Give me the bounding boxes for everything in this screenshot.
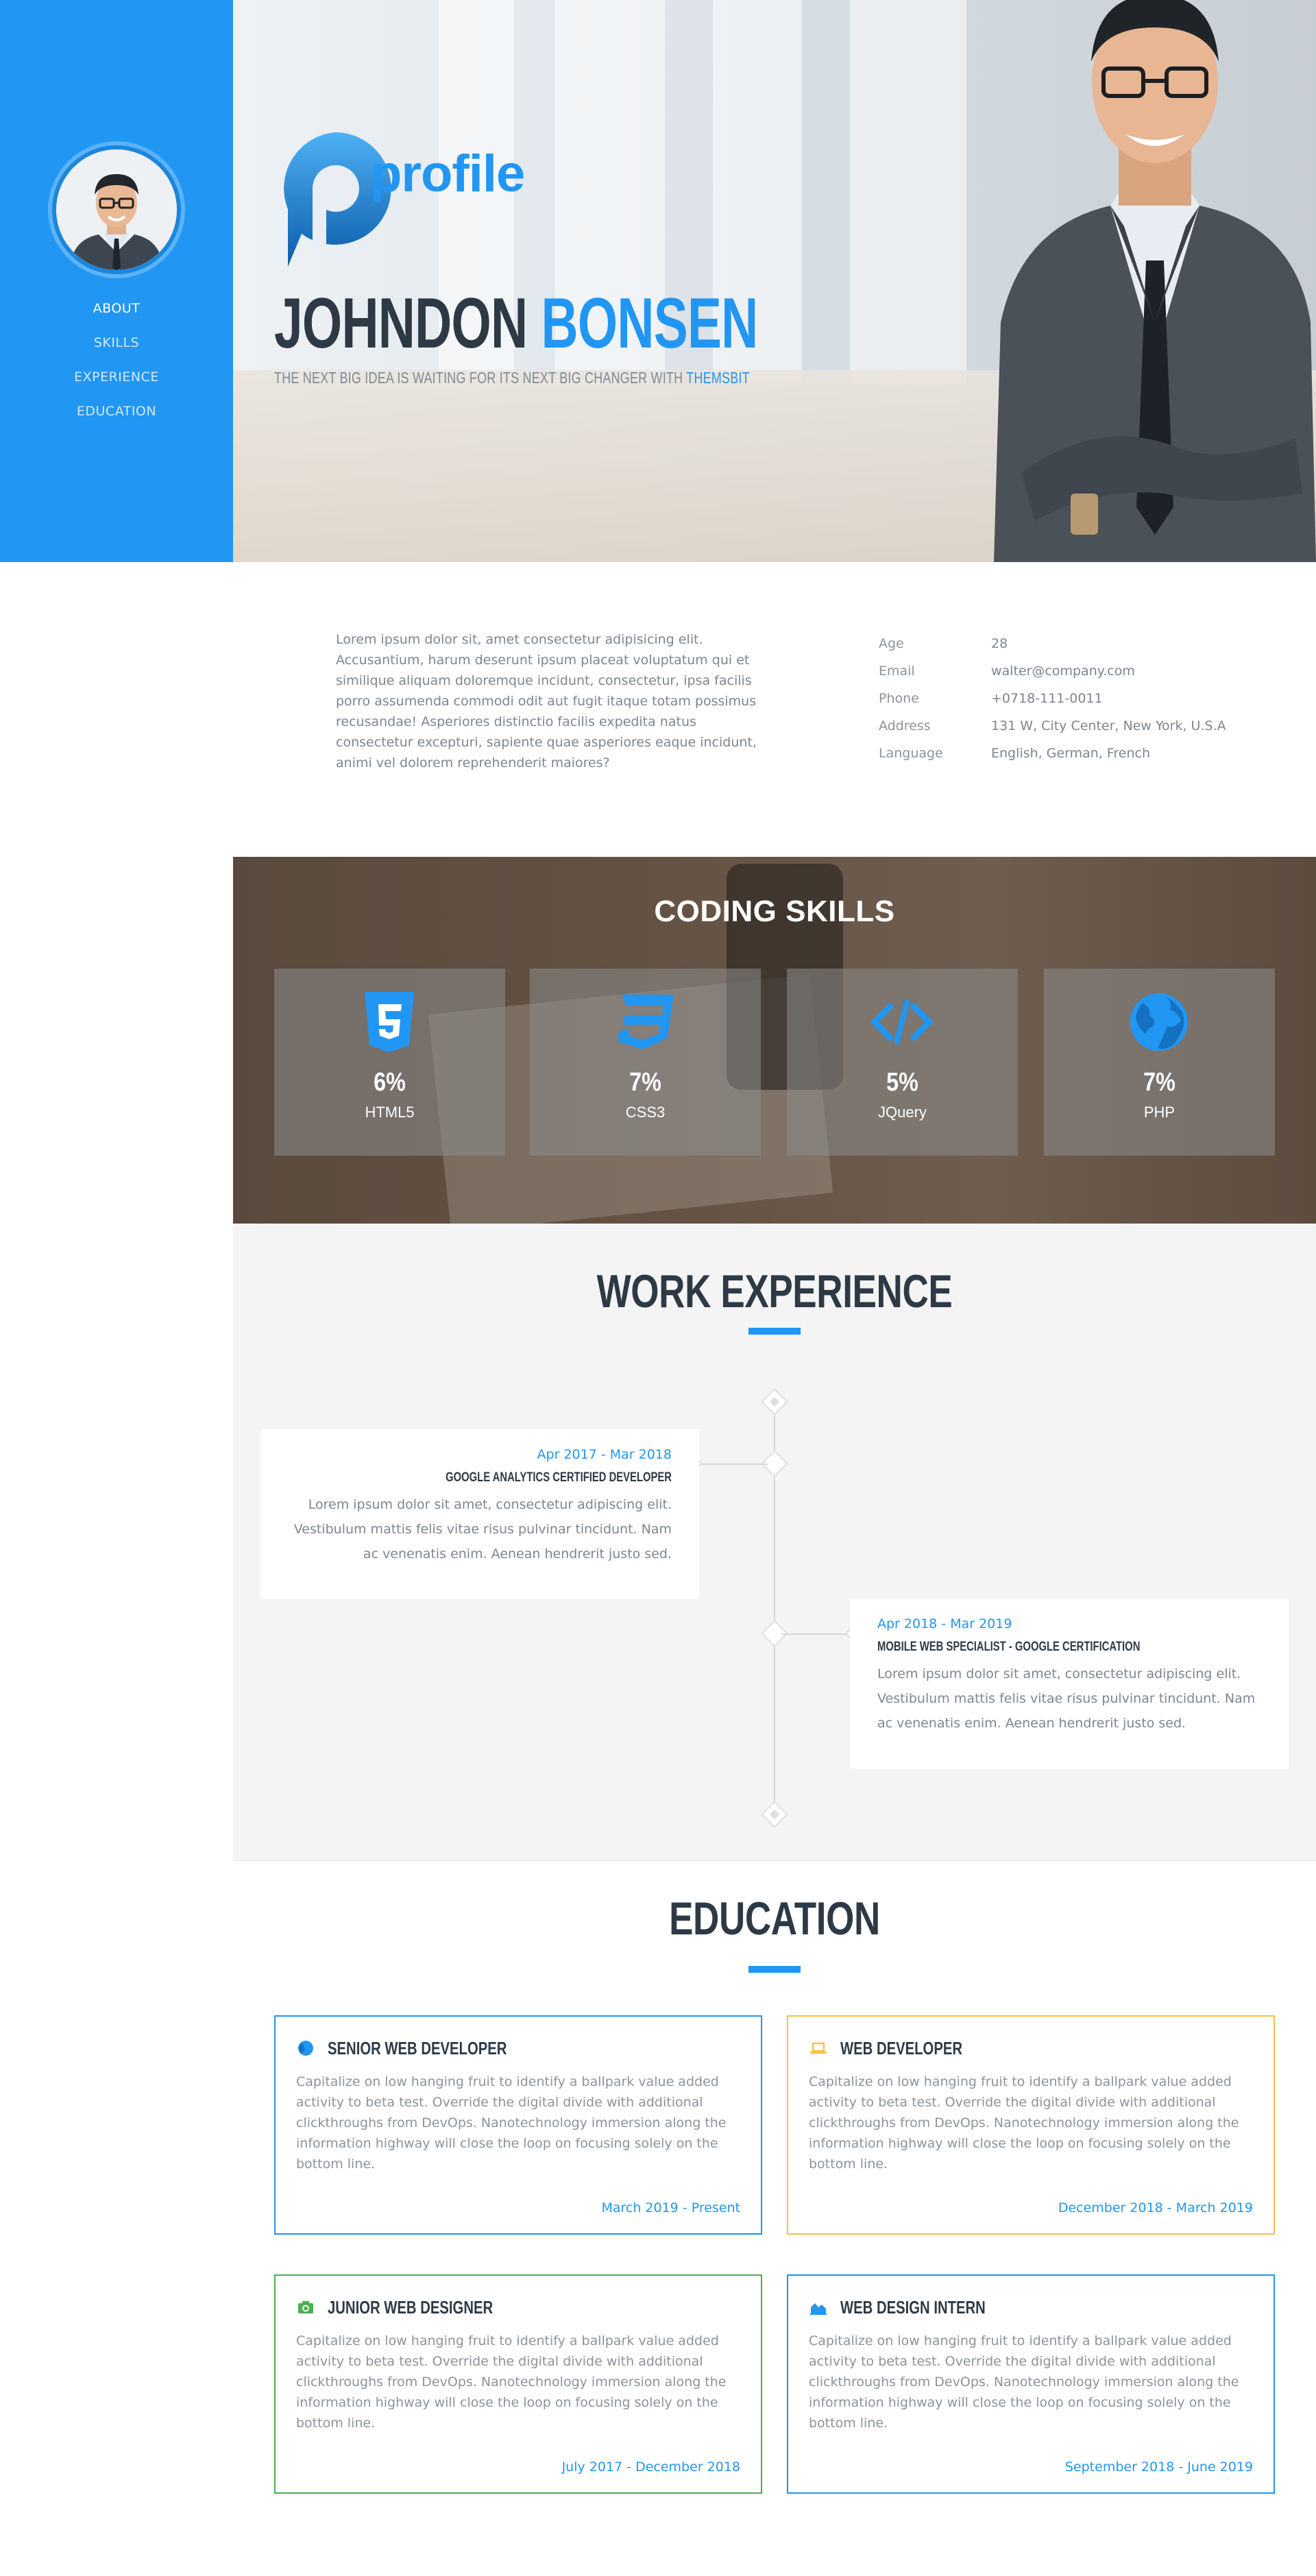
title-underline xyxy=(748,1966,801,1973)
first-name: JOHNDON xyxy=(274,284,528,363)
education-card-header: SENIOR WEB DEVELOPER xyxy=(296,2036,740,2061)
education-card-header: JUNIOR WEB DESIGNER xyxy=(296,2295,740,2320)
area-chart-icon xyxy=(810,2303,827,2315)
timeline-start-marker xyxy=(761,1388,788,1415)
experience-title-text: GOOGLE ANALYTICS CERTIFIED DEVELOPER xyxy=(446,1470,672,1485)
hero-banner: profile JOHNDON BONSEN THE NEXT BIG IDEA… xyxy=(233,0,1316,562)
education-card: SENIOR WEB DEVELOPER Capitalize on low h… xyxy=(274,2015,762,2235)
personal-info: Age 28 Email walter@company.com Phone +0… xyxy=(879,636,1263,773)
about-text: Lorem ipsum dolor sit, amet consectetur … xyxy=(336,632,757,770)
info-row-phone: Phone +0718-111-0011 xyxy=(879,691,1263,718)
experience-card: Apr 2017 - Mar 2018 GOOGLE ANALYTICS CER… xyxy=(260,1429,699,1599)
education-card-header: WEB DESIGN INTERN xyxy=(809,2295,1253,2320)
skill-card-jquery: 5% JQuery xyxy=(787,969,1018,1156)
education-card: JUNIOR WEB DESIGNER Capitalize on low ha… xyxy=(274,2274,762,2494)
skill-name: HTML5 xyxy=(365,1104,415,1121)
education-description: Capitalize on low hanging fruit to ident… xyxy=(296,2074,727,2172)
sidebar: ABOUT SKILLS EXPERIENCE EDUCATION xyxy=(0,0,233,562)
experience-section: WORK EXPERIENCE Apr 2017 - Mar 2018 GOOG… xyxy=(233,1224,1316,1861)
education-card: WEB DEVELOPER Capitalize on low hanging … xyxy=(787,2015,1275,2235)
info-label: Address xyxy=(879,718,931,733)
experience-description: Lorem ipsum dolor sit amet, consectetur … xyxy=(293,1497,672,1562)
skills-title: CODING SKILLS xyxy=(654,895,895,928)
skill-card-css3: 7% CSS3 xyxy=(530,969,761,1156)
tagline-text: THE NEXT BIG IDEA IS WAITING FOR ITS NEX… xyxy=(274,369,683,387)
experience-date: Apr 2017 - Mar 2018 xyxy=(537,1447,672,1462)
info-value[interactable]: walter@company.com xyxy=(991,664,1135,691)
tagline: THE NEXT BIG IDEA IS WAITING FOR ITS NEX… xyxy=(274,369,750,387)
education-description: Capitalize on low hanging fruit to ident… xyxy=(809,2074,1239,2172)
info-row-address: Address 131 W, City Center, New York, U.… xyxy=(879,718,1263,746)
timeline-connector xyxy=(781,1633,850,1635)
experience-date: Apr 2018 - Mar 2019 xyxy=(877,1616,1012,1631)
globe-icon xyxy=(298,2041,313,2056)
info-row-language: Language English, German, French xyxy=(879,746,1263,773)
education-dates: December 2018 - March 2019 xyxy=(1058,2200,1253,2215)
education-title-text: WEB DEVELOPER xyxy=(840,2037,963,2058)
nav-item-education[interactable]: EDUCATION xyxy=(0,399,233,433)
info-value: 28 xyxy=(991,636,1008,651)
laptop-icon xyxy=(810,2042,827,2054)
skill-name: PHP xyxy=(1143,1104,1175,1121)
education-title: EDUCATION xyxy=(669,1893,880,1945)
logo-text: profile xyxy=(370,145,525,203)
info-value: 131 W, City Center, New York, U.S.A xyxy=(991,718,1226,733)
html5-icon xyxy=(365,992,414,1052)
skill-card-html5: 6% HTML5 xyxy=(274,969,505,1156)
experience-card: Apr 2018 - Mar 2019 MOBILE WEB SPECIALIS… xyxy=(850,1599,1289,1769)
education-title-text: SENIOR WEB DEVELOPER xyxy=(328,2037,507,2058)
skill-percent: 5% xyxy=(886,1068,918,1097)
skill-percent: 7% xyxy=(1143,1068,1175,1097)
education-card: WEB DESIGN INTERN Capitalize on low hang… xyxy=(787,2274,1275,2494)
nav-item-experience[interactable]: EXPERIENCE xyxy=(0,365,233,399)
education-card-header: WEB DEVELOPER xyxy=(809,2036,1253,2061)
skills-section: CODING SKILLS 6% HTML5 7% CSS3 5% JQuery… xyxy=(233,857,1316,1224)
code-icon xyxy=(870,999,934,1045)
info-value: +0718-111-0011 xyxy=(991,691,1103,706)
info-row-email: Email walter@company.com xyxy=(879,664,1263,691)
skill-name: CSS3 xyxy=(625,1104,666,1121)
css3-icon xyxy=(618,995,674,1049)
info-label: Phone xyxy=(879,691,919,706)
background-window xyxy=(850,0,966,384)
camera-icon xyxy=(298,2301,313,2313)
portrait-image xyxy=(994,0,1316,562)
experience-title-text: MOBILE WEB SPECIALIST - GOOGLE CERTIFICA… xyxy=(877,1640,1141,1654)
info-label: Age xyxy=(879,636,904,651)
experience-title: WORK EXPERIENCE xyxy=(596,1265,953,1317)
education-dates: March 2019 - Present xyxy=(601,2200,740,2215)
education-description: Capitalize on low hanging fruit to ident… xyxy=(809,2333,1239,2431)
timeline-connector xyxy=(699,1463,768,1465)
education-dates: July 2017 - December 2018 xyxy=(561,2459,740,2475)
info-row-age: Age 28 xyxy=(879,636,1263,664)
education-dates: September 2018 - June 2019 xyxy=(1064,2459,1253,2475)
avatar xyxy=(56,149,177,270)
education-description: Capitalize on low hanging fruit to ident… xyxy=(296,2333,727,2431)
experience-description: Lorem ipsum dolor sit amet, consectetur … xyxy=(877,1666,1256,1731)
education-title-text: WEB DESIGN INTERN xyxy=(840,2296,986,2318)
skill-card-php: 7% PHP xyxy=(1044,969,1275,1156)
tagline-brand: THEMSBIT xyxy=(686,369,750,387)
skill-percent: 6% xyxy=(374,1068,406,1097)
profile-logo[interactable]: profile xyxy=(274,127,525,274)
info-value: English, German, French xyxy=(991,746,1151,761)
nav-item-skills[interactable]: SKILLS xyxy=(0,330,233,365)
last-name: BONSEN xyxy=(541,284,758,363)
avatar-frame xyxy=(48,141,185,278)
profile-name: JOHNDON BONSEN xyxy=(274,288,758,359)
title-underline xyxy=(748,1328,801,1335)
globe-icon xyxy=(1130,993,1188,1051)
timeline-end-marker xyxy=(761,1801,788,1828)
skill-name: JQuery xyxy=(878,1104,927,1121)
nav-item-about[interactable]: ABOUT xyxy=(0,296,233,330)
info-label: Email xyxy=(879,664,915,679)
sidebar-nav: ABOUT SKILLS EXPERIENCE EDUCATION xyxy=(0,296,233,433)
info-label: Language xyxy=(879,746,943,761)
skill-percent: 7% xyxy=(629,1068,661,1097)
education-title-text: JUNIOR WEB DESIGNER xyxy=(328,2296,494,2318)
